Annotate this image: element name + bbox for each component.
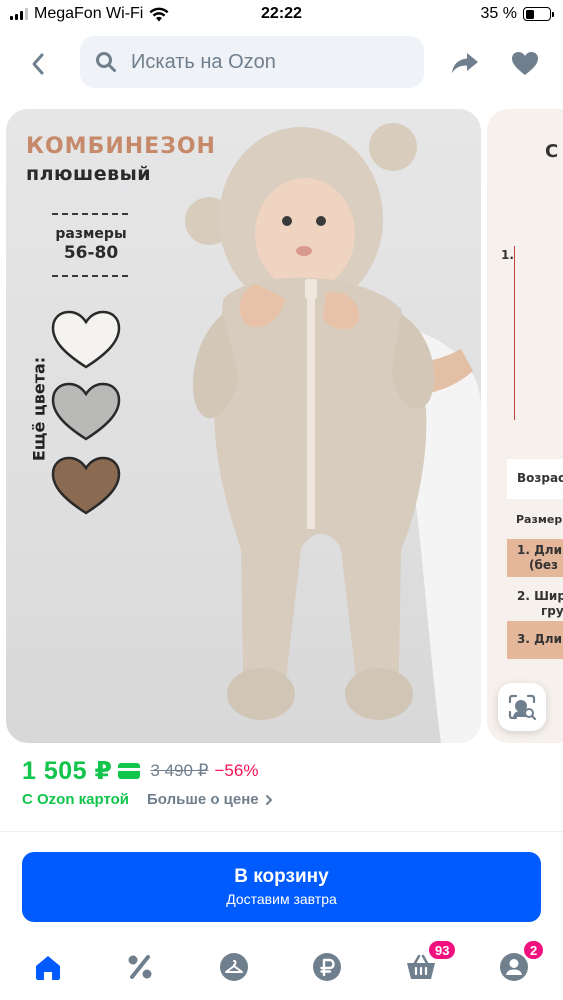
tab-promo[interactable] — [122, 949, 158, 985]
product-photo-baby-jumpsuit — [185, 123, 481, 743]
home-icon — [36, 956, 60, 980]
slide2-heading: С — [545, 141, 559, 162]
tab-finance[interactable] — [309, 949, 345, 985]
slide2-row-2-line2: груди — [541, 604, 563, 618]
bottom-tab-bar: 93 2 — [0, 939, 563, 990]
ruble-icon — [313, 953, 341, 981]
slide2-row-1-line2: (без ка — [529, 558, 563, 572]
slide2-age-label: Возраст — [507, 459, 563, 499]
ozon-card-link[interactable]: С Ozon картой — [22, 791, 129, 808]
slide2-row-3: 3. Длин — [507, 621, 563, 659]
tab-home[interactable] — [30, 949, 66, 985]
divider-dashed — [52, 275, 128, 277]
divider-dashed — [52, 213, 128, 215]
status-time: 22:22 — [261, 5, 302, 22]
more-about-price-label: Больше о цене — [147, 791, 259, 808]
search-icon — [96, 52, 116, 72]
ozon-card-icon — [118, 763, 141, 779]
image-search-icon — [508, 694, 537, 721]
delivery-label: Доставим завтра — [226, 891, 337, 907]
tab-profile[interactable]: 2 — [496, 939, 546, 985]
add-to-cart-button[interactable]: В корзину Доставим завтра — [22, 852, 541, 922]
status-bar: MegaFon Wi-Fi 22:22 35 % — [0, 0, 563, 30]
header — [0, 36, 563, 92]
status-right: 35 % — [480, 5, 554, 23]
search-input[interactable] — [131, 50, 401, 74]
gallery-slide-main[interactable]: КОМБИНЕЗОН плюшевый размеры 56-80 Ещё цв… — [6, 109, 481, 743]
price-row: 1 505 ₽ 3 490 ₽ −56% — [22, 756, 258, 786]
slide2-row-2: 2. Шири груди — [507, 585, 563, 623]
price-sub-row: С Ozon картой Больше о цене — [22, 791, 273, 808]
color-swatch-heart-brown — [51, 456, 121, 515]
visual-search-button[interactable] — [498, 683, 546, 731]
battery-level — [525, 9, 534, 19]
sizes-value: 56-80 — [63, 243, 119, 263]
battery-percent: 35 % — [480, 5, 517, 22]
share-arrow-icon — [452, 53, 478, 73]
measure-line — [514, 246, 515, 420]
add-to-cart-label: В корзину — [234, 866, 329, 887]
sizes-label: размеры — [55, 226, 127, 242]
share-button[interactable] — [448, 46, 482, 80]
more-colors-label: Ещё цвета: — [29, 356, 49, 462]
profile-notification-badge: 2 — [522, 939, 546, 961]
tab-cart[interactable]: 93 — [403, 939, 458, 985]
slide2-row-1: 1. Длина (без ка — [507, 539, 563, 577]
product-gallery[interactable]: КОМБИНЕЗОН плюшевый размеры 56-80 Ещё цв… — [0, 109, 563, 743]
percent-icon — [128, 955, 152, 979]
price-discount: −56% — [214, 761, 259, 780]
slide2-marker: 1. — [501, 248, 514, 262]
slide2-row-2-line1: 2. Шири — [517, 589, 563, 603]
slide2-row-1-line1: 1. Длина — [517, 543, 563, 557]
search-bar[interactable] — [80, 36, 424, 88]
cart-count-badge: 93 — [427, 939, 458, 961]
tab-fresh[interactable] — [216, 949, 252, 985]
back-button[interactable] — [22, 48, 54, 80]
color-swatch-heart-white — [51, 310, 121, 369]
heart-icon — [512, 51, 538, 75]
battery-icon — [523, 7, 554, 21]
section-divider — [0, 831, 563, 832]
hanger-icon — [220, 953, 248, 981]
color-swatch-heart-grey — [51, 382, 121, 441]
more-about-price-link[interactable]: Больше о цене — [147, 791, 273, 808]
favorite-button[interactable] — [508, 46, 542, 80]
gallery-slide-next[interactable]: С 1. Возраст Размер / 1. Длина (без ка 2… — [487, 109, 563, 743]
price-old: 3 490 ₽ — [150, 761, 209, 780]
slide2-row-3-line1: 3. Длин — [517, 632, 563, 646]
slide2-size-label: Размер / — [516, 513, 563, 526]
product-image-subtitle: плюшевый — [26, 163, 152, 185]
chevron-right-icon — [265, 794, 272, 805]
price-current: 1 505 ₽ — [22, 757, 113, 785]
chevron-left-icon — [32, 53, 44, 75]
size-diagram-jumpsuit — [523, 259, 563, 469]
